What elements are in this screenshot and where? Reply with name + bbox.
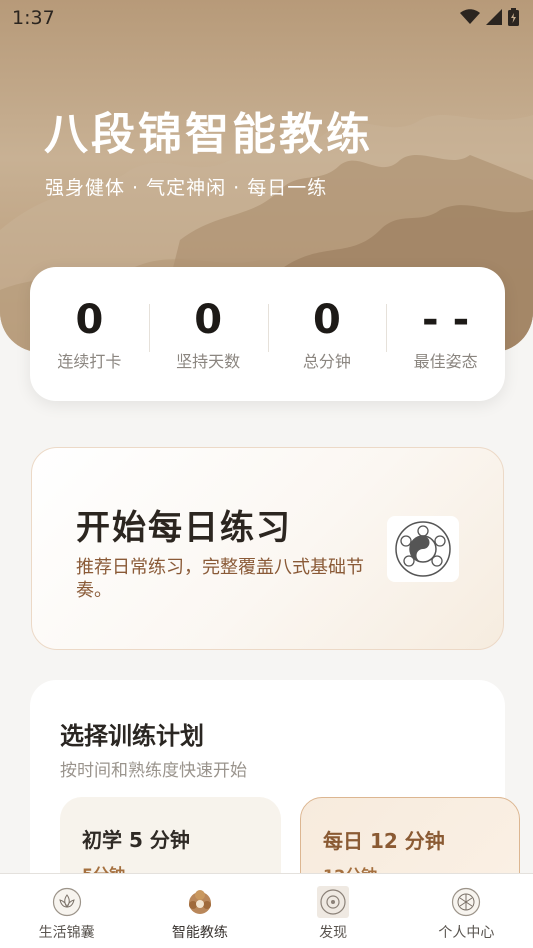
tab-discover[interactable]: 发现 [267, 874, 400, 948]
hero-subtitle: 强身健体 · 气定神闲 · 每日一练 [45, 177, 328, 199]
signal-icon [486, 9, 502, 25]
tab-label: 智能教练 [171, 925, 228, 941]
plans-title: 选择训练计划 [60, 722, 204, 750]
bottom-tab-bar: 生活锦囊 智能教练 发现 个人中心 [0, 873, 533, 948]
bagua-emblem-icon [387, 516, 459, 582]
stat-days: 0 坚持天数 [148, 296, 268, 372]
stat-label: 最佳姿态 [413, 352, 478, 371]
stat-label: 总分钟 [302, 352, 351, 371]
daily-practice-desc: 推荐日常练习，完整覆盖八式基础节奏。 [76, 557, 364, 601]
plan-name: 每日 12 分钟 [323, 829, 445, 853]
wifi-icon [460, 9, 480, 24]
discover-icon [317, 886, 350, 918]
tab-life-tips[interactable]: 生活锦囊 [0, 874, 133, 948]
status-time: 1:37 [12, 7, 55, 29]
stats-card: 0 连续打卡 0 坚持天数 0 总分钟 - - 最佳姿态 [30, 267, 505, 401]
stat-best-posture: - - 最佳姿态 [386, 296, 505, 372]
stat-streak: 0 连续打卡 [30, 296, 149, 372]
lotus-icon [51, 886, 83, 918]
stat-label: 坚持天数 [176, 352, 241, 371]
coach-icon [184, 886, 216, 918]
battery-icon [508, 8, 519, 26]
tab-smart-coach[interactable]: 智能教练 [133, 874, 266, 948]
tab-label: 个人中心 [438, 925, 495, 941]
tab-label: 生活锦囊 [38, 925, 95, 941]
daily-practice-title: 开始每日练习 [76, 508, 292, 548]
stat-value: 0 [312, 297, 341, 343]
plan-name: 初学 5 分钟 [82, 828, 190, 852]
hero-title: 八段锦智能教练 [44, 109, 373, 160]
stat-label: 连续打卡 [57, 352, 122, 371]
stat-minutes: 0 总分钟 [267, 296, 387, 372]
profile-icon [450, 886, 482, 918]
stat-value: 0 [194, 297, 223, 343]
plans-subtitle: 按时间和熟练度快速开始 [60, 761, 247, 781]
status-bar: 1:37 [0, 0, 533, 36]
tab-profile[interactable]: 个人中心 [400, 874, 533, 948]
daily-practice-card[interactable]: 开始每日练习 推荐日常练习，完整覆盖八式基础节奏。 [31, 447, 504, 650]
stat-value: - - [422, 297, 470, 343]
tab-label: 发现 [319, 925, 348, 941]
stat-value: 0 [75, 297, 104, 343]
